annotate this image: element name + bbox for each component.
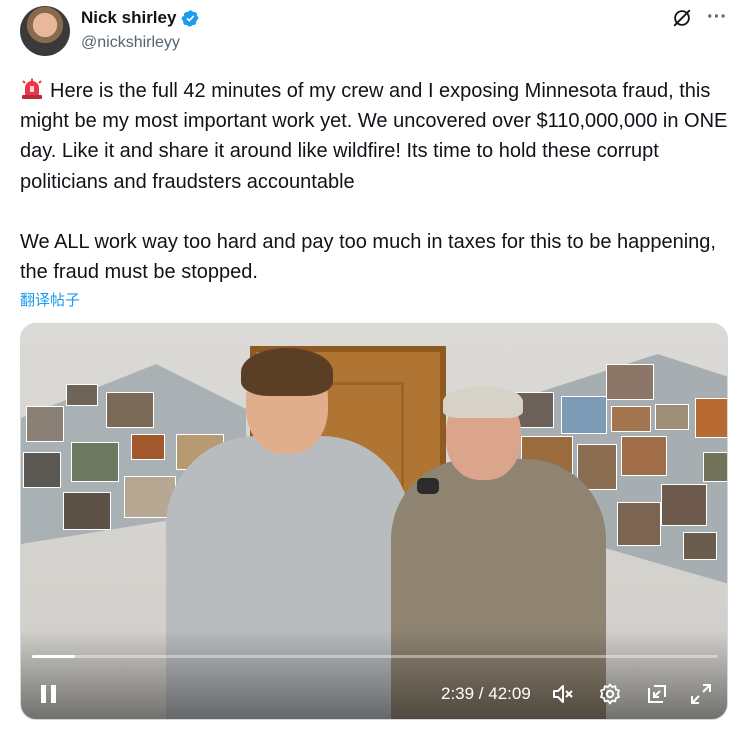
collage-photo [703, 452, 727, 482]
video-progress-bar[interactable] [32, 655, 718, 658]
collage-photo [695, 398, 727, 438]
collage-photo [131, 434, 165, 460]
video-time: 2:39 / 42:09 [441, 684, 531, 703]
collage-photo [561, 396, 607, 434]
fullscreen-icon[interactable] [689, 682, 713, 706]
siren-icon [22, 78, 42, 99]
grok-icon[interactable] [671, 7, 693, 29]
collage-photo [26, 406, 64, 442]
tweet-text: Here is the full 42 minutes of my crew a… [20, 76, 736, 287]
collage-photo [617, 502, 661, 546]
collage-photo [661, 484, 707, 526]
mute-icon[interactable] [551, 682, 575, 706]
author-name-row[interactable]: Nick shirley [81, 8, 200, 28]
collage-photo [683, 532, 717, 560]
video-player[interactable]: 2:39 / 42:09 [20, 323, 728, 720]
collage-photo [63, 492, 111, 530]
collage-photo [66, 384, 98, 406]
display-name[interactable]: Nick shirley [81, 8, 176, 28]
microphone [417, 478, 439, 494]
verified-badge-icon [182, 9, 200, 27]
collage-photo [621, 436, 667, 476]
collage-photo [23, 452, 61, 488]
pause-icon[interactable] [38, 683, 60, 705]
collage-photo [655, 404, 689, 430]
tweet-body: Here is the full 42 minutes of my crew a… [20, 80, 728, 284]
collage-photo [611, 406, 651, 432]
collage-photo [606, 364, 654, 400]
person-right-hair [443, 386, 523, 418]
person-left-hair [241, 348, 333, 396]
avatar[interactable] [20, 6, 70, 56]
picture-in-picture-icon[interactable] [645, 682, 669, 706]
more-icon[interactable]: ··· [706, 6, 728, 28]
author-handle[interactable]: @nickshirleyy [81, 34, 180, 52]
video-progress-fill [32, 655, 76, 658]
collage-photo [106, 392, 154, 428]
settings-icon[interactable] [598, 682, 622, 706]
translate-post-link[interactable]: 翻译帖子 [20, 289, 80, 310]
collage-photo [71, 442, 119, 482]
